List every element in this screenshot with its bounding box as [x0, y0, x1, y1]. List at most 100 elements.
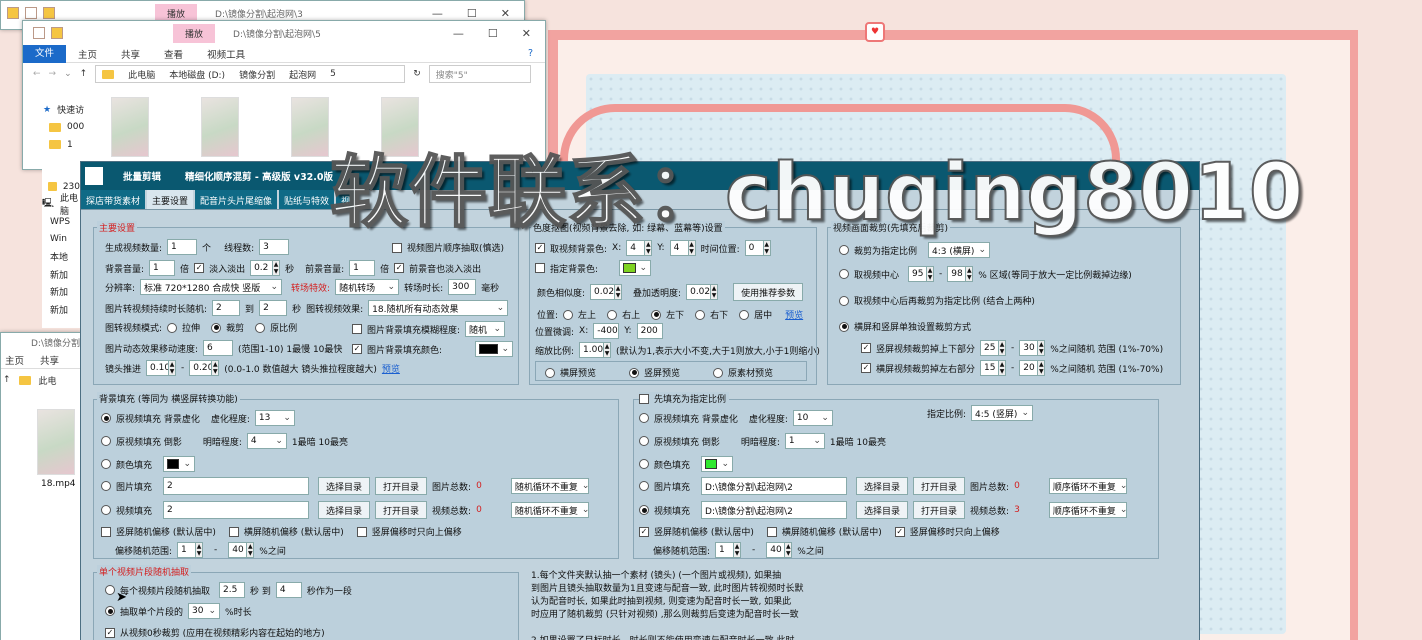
- tab-stickers[interactable]: 贴纸与特效: [279, 190, 335, 209]
- front-volume-input[interactable]: 1: [349, 260, 376, 276]
- bright-select-2[interactable]: 1: [784, 433, 825, 449]
- up-arrow-icon[interactable]: ↑: [3, 375, 11, 385]
- orig-reflect-radio-2[interactable]: [639, 436, 649, 446]
- ribbon-file[interactable]: 文件: [23, 44, 67, 63]
- blur-select-2[interactable]: 10: [792, 410, 833, 426]
- push-b-input[interactable]: 0.20: [189, 360, 213, 376]
- anim-speed-input[interactable]: 6: [203, 340, 234, 356]
- maximize-icon[interactable]: ☐: [467, 7, 477, 20]
- crumb-disk[interactable]: 本地磁盘 (D:): [169, 68, 225, 81]
- from-zero-checkbox[interactable]: ✓: [105, 627, 115, 638]
- nav-win[interactable]: Win: [42, 231, 80, 249]
- tab-dubbing[interactable]: 配音片头片尾缩像: [195, 190, 278, 209]
- range-a-input[interactable]: 1: [177, 542, 196, 558]
- h-crop-checkbox[interactable]: ✓: [861, 363, 871, 373]
- preview-link[interactable]: 预览: [785, 308, 803, 321]
- ribbon-video-tools[interactable]: 视频工具: [195, 47, 257, 61]
- orig-blur-radio[interactable]: [101, 413, 111, 423]
- up-arrow-icon[interactable]: ↑: [80, 69, 88, 79]
- pic-fill-radio[interactable]: [101, 481, 111, 491]
- spin-icon[interactable]: ▲ ▼: [644, 240, 653, 256]
- color-fill-radio-2[interactable]: [639, 459, 649, 469]
- orig-reflect-radio[interactable]: [101, 436, 111, 446]
- vid-path-input-2[interactable]: D:\镜像分割\起泡网\2: [701, 501, 848, 519]
- minimize-icon[interactable]: —: [453, 27, 464, 40]
- refresh-icon[interactable]: ↻: [413, 69, 421, 79]
- resolution-select[interactable]: 标准 720*1280 合成快 竖版: [140, 279, 283, 295]
- spin-icon[interactable]: ▲ ▼: [733, 542, 742, 558]
- h-offset-checkbox[interactable]: [228, 526, 239, 537]
- recommend-button[interactable]: 使用推荐参数: [733, 283, 804, 301]
- help-icon[interactable]: ?: [516, 48, 545, 59]
- fine-x-input[interactable]: -400: [593, 323, 620, 339]
- crop-center-then-radio[interactable]: [839, 295, 849, 306]
- ribbon-view[interactable]: 查看: [152, 47, 195, 61]
- spin-icon[interactable]: ▲ ▼: [614, 284, 623, 300]
- key-y-input[interactable]: 4: [669, 240, 688, 256]
- transition-duration-input[interactable]: 300: [448, 279, 477, 295]
- fill-color-select-2[interactable]: [701, 456, 734, 472]
- vid-fill-radio-2[interactable]: [639, 505, 649, 515]
- spin-icon[interactable]: ▲ ▼: [603, 342, 612, 358]
- forward-arrow-icon[interactable]: →: [49, 69, 57, 79]
- choose-dir-button[interactable]: 选择目录: [318, 501, 371, 519]
- pic-bg-blur-checkbox[interactable]: [352, 324, 362, 334]
- v-crop-a-input[interactable]: 25: [980, 340, 999, 356]
- clip-pct-radio[interactable]: [105, 606, 115, 616]
- crop-center-radio[interactable]: [839, 269, 849, 279]
- pos-bottom-left-radio[interactable]: [651, 309, 662, 320]
- close-icon[interactable]: ✕: [522, 27, 531, 40]
- specify-bg-checkbox[interactable]: [535, 263, 545, 273]
- pic-bg-color-checkbox[interactable]: ✓: [352, 344, 362, 354]
- similar-input[interactable]: 0.02: [590, 284, 614, 300]
- fill-ratio-checkbox[interactable]: [639, 393, 649, 404]
- nav-folder[interactable]: 000: [43, 119, 84, 137]
- bgm-volume-input[interactable]: 1: [149, 260, 176, 276]
- clip-each-radio[interactable]: [105, 585, 115, 595]
- clip-each-a-input[interactable]: 2.5: [219, 582, 246, 598]
- nav-new[interactable]: 新加: [42, 301, 80, 319]
- open-dir-button[interactable]: 打开目录: [375, 477, 428, 495]
- shirt-icon[interactable]: ♥: [865, 22, 885, 42]
- v-crop-b-input[interactable]: 30: [1019, 340, 1038, 356]
- fine-y-input[interactable]: 200: [636, 323, 663, 339]
- pic-duration-a-input[interactable]: 2: [212, 300, 241, 316]
- open-dir-button[interactable]: 打开目录: [913, 477, 966, 495]
- spin-icon[interactable]: ▲ ▼: [211, 360, 220, 376]
- back-arrow-icon[interactable]: ←: [33, 69, 41, 79]
- fade-checkbox[interactable]: ✓: [194, 263, 205, 273]
- nav-folder[interactable]: 1: [43, 136, 84, 154]
- explorer-window-left[interactable]: D:\镜像分割 主页 共享 ↑ 此电 18.mp4: [0, 332, 82, 640]
- file-thumbnail[interactable]: [291, 97, 329, 157]
- choose-dir-button[interactable]: 选择目录: [856, 501, 909, 519]
- spin-icon[interactable]: ▲ ▼: [784, 542, 793, 558]
- spin-icon[interactable]: ▲ ▼: [168, 360, 177, 376]
- spin-icon[interactable]: ▲ ▼: [998, 360, 1007, 376]
- vid-fill-radio[interactable]: [101, 505, 111, 515]
- crumb-this-pc[interactable]: 此电脑: [128, 68, 155, 81]
- pic-path-input-2[interactable]: D:\镜像分割\起泡网\2: [701, 477, 848, 495]
- pic-bg-color-select[interactable]: [475, 341, 514, 357]
- color-fill-radio[interactable]: [101, 459, 111, 469]
- bg-color-select[interactable]: [619, 260, 652, 276]
- spin-icon[interactable]: ▲ ▼: [195, 542, 204, 558]
- fill-ratio-select[interactable]: 4:5 (竖屏): [971, 405, 1034, 421]
- range-b-input-2[interactable]: 40: [766, 542, 785, 558]
- h-crop-a-input[interactable]: 15: [980, 360, 999, 376]
- pic-duration-b-input[interactable]: 2: [259, 300, 288, 316]
- pos-top-right-radio[interactable]: [607, 309, 618, 320]
- spin-icon[interactable]: ▲ ▼: [926, 266, 935, 282]
- spin-icon[interactable]: ▲ ▼: [1037, 340, 1046, 356]
- v-offset-checkbox-2[interactable]: ✓: [639, 526, 649, 537]
- spin-icon[interactable]: ▲ ▼: [246, 542, 255, 558]
- front-fade-checkbox[interactable]: ✓: [394, 263, 405, 273]
- preview-original-radio[interactable]: [713, 367, 724, 378]
- spin-icon[interactable]: ▲ ▼: [687, 240, 696, 256]
- v-up-checkbox[interactable]: [356, 526, 367, 537]
- tab-main-settings[interactable]: 主要设置: [147, 190, 194, 209]
- crumb-mirror[interactable]: 镜像分割: [239, 68, 275, 81]
- take-color-checkbox[interactable]: ✓: [535, 243, 545, 253]
- choose-dir-button[interactable]: 选择目录: [318, 477, 371, 495]
- pic-order-select[interactable]: 随机循环不重复: [510, 478, 589, 494]
- spin-icon[interactable]: ▲ ▼: [762, 240, 771, 256]
